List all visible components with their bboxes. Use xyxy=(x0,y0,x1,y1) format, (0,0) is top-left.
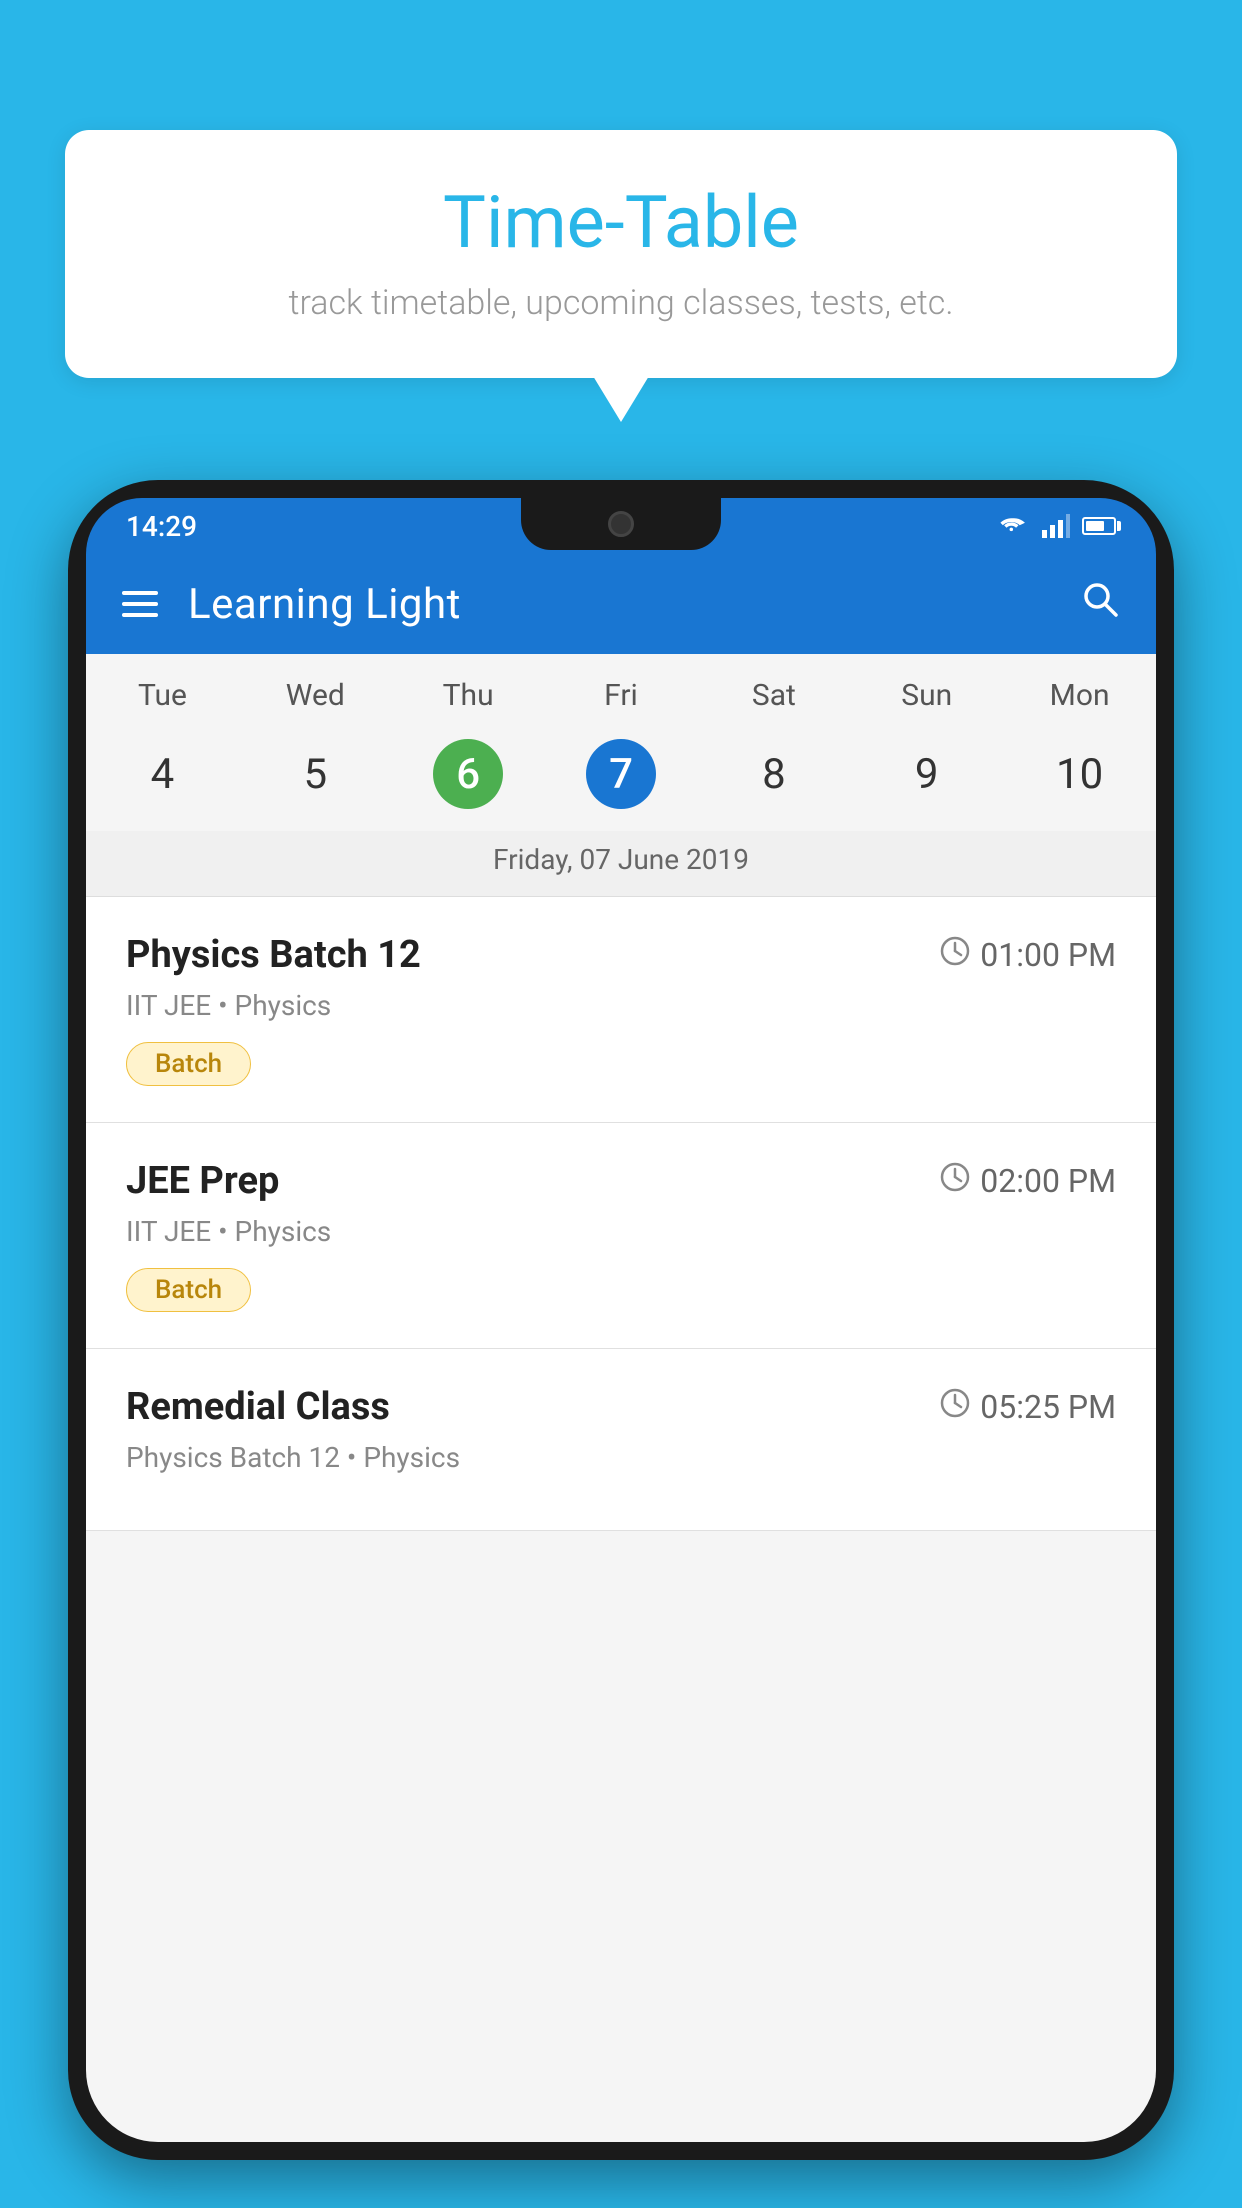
date-circle-6: 6 xyxy=(433,739,503,809)
class-item-3[interactable]: Remedial Class 05:25 PM xyxy=(86,1349,1156,1531)
weekday-row: Tue Wed Thu Fri Sat Sun Mon xyxy=(86,654,1156,727)
hamburger-line-3 xyxy=(122,613,158,617)
class-item-2[interactable]: JEE Prep 02:00 PM xyxy=(86,1123,1156,1349)
class-name-2: JEE Prep xyxy=(126,1159,279,1203)
selected-date-label: Friday, 07 June 2019 xyxy=(86,831,1156,897)
class-name-3: Remedial Class xyxy=(126,1385,390,1429)
status-time: 14:29 xyxy=(126,510,197,543)
class-meta-2: IIT JEE • Physics xyxy=(126,1215,1116,1248)
weekday-fri: Fri xyxy=(545,654,698,727)
phone-camera xyxy=(608,511,634,537)
calendar-header: Tue Wed Thu Fri Sat Sun Mon 4 5 6 7 xyxy=(86,654,1156,897)
class-header-1: Physics Batch 12 01:00 PM xyxy=(126,933,1116,977)
class-meta-1: IIT JEE • Physics xyxy=(126,989,1116,1022)
speech-bubble: Time-Table track timetable, upcoming cla… xyxy=(65,130,1177,378)
class-header-3: Remedial Class 05:25 PM xyxy=(126,1385,1116,1429)
date-10[interactable]: 10 xyxy=(1003,738,1156,811)
date-9[interactable]: 9 xyxy=(850,738,1003,811)
date-4[interactable]: 4 xyxy=(86,738,239,811)
weekday-tue: Tue xyxy=(86,654,239,727)
clock-icon-1 xyxy=(940,936,970,974)
weekday-mon: Mon xyxy=(1003,654,1156,727)
bubble-subtitle: track timetable, upcoming classes, tests… xyxy=(125,283,1117,323)
hamburger-line-2 xyxy=(122,602,158,606)
search-icon[interactable] xyxy=(1080,579,1120,630)
class-header-2: JEE Prep 02:00 PM xyxy=(126,1159,1116,1203)
phone-container: 14:29 xyxy=(68,480,1174,2208)
battery-icon xyxy=(1082,517,1116,535)
bubble-title: Time-Table xyxy=(125,180,1117,265)
class-time-1: 01:00 PM xyxy=(940,936,1116,974)
app-title: Learning Light xyxy=(188,580,1050,629)
class-item-1[interactable]: Physics Batch 12 01:00 PM xyxy=(86,897,1156,1123)
weekday-wed: Wed xyxy=(239,654,392,727)
date-circle-7: 7 xyxy=(586,739,656,809)
class-time-2: 02:00 PM xyxy=(940,1162,1116,1200)
date-7[interactable]: 7 xyxy=(545,727,698,821)
phone-notch xyxy=(521,498,721,550)
time-text-2: 02:00 PM xyxy=(980,1162,1116,1200)
weekday-sat: Sat xyxy=(697,654,850,727)
speech-bubble-container: Time-Table track timetable, upcoming cla… xyxy=(65,130,1177,378)
phone-frame: 14:29 xyxy=(68,480,1174,2160)
status-icons xyxy=(998,514,1116,538)
phone-screen: Tue Wed Thu Fri Sat Sun Mon 4 5 6 7 xyxy=(86,654,1156,2142)
wifi-icon xyxy=(998,514,1030,538)
class-meta-3: Physics Batch 12 • Physics xyxy=(126,1441,1116,1474)
class-list: Physics Batch 12 01:00 PM xyxy=(86,897,1156,1531)
batch-badge-1: Batch xyxy=(126,1042,251,1086)
weekday-thu: Thu xyxy=(392,654,545,727)
clock-icon-3 xyxy=(940,1388,970,1426)
clock-icon-2 xyxy=(940,1162,970,1200)
time-text-1: 01:00 PM xyxy=(980,936,1116,974)
date-6[interactable]: 6 xyxy=(392,727,545,821)
date-5[interactable]: 5 xyxy=(239,738,392,811)
class-name-1: Physics Batch 12 xyxy=(126,933,421,977)
app-bar: Learning Light xyxy=(86,554,1156,654)
hamburger-line-1 xyxy=(122,591,158,595)
hamburger-menu-icon[interactable] xyxy=(122,591,158,617)
time-text-3: 05:25 PM xyxy=(980,1388,1116,1426)
signal-icon xyxy=(1042,514,1070,538)
date-row: 4 5 6 7 8 9 10 xyxy=(86,727,1156,831)
batch-badge-2: Batch xyxy=(126,1268,251,1312)
weekday-sun: Sun xyxy=(850,654,1003,727)
date-8[interactable]: 8 xyxy=(697,738,850,811)
class-time-3: 05:25 PM xyxy=(940,1388,1116,1426)
